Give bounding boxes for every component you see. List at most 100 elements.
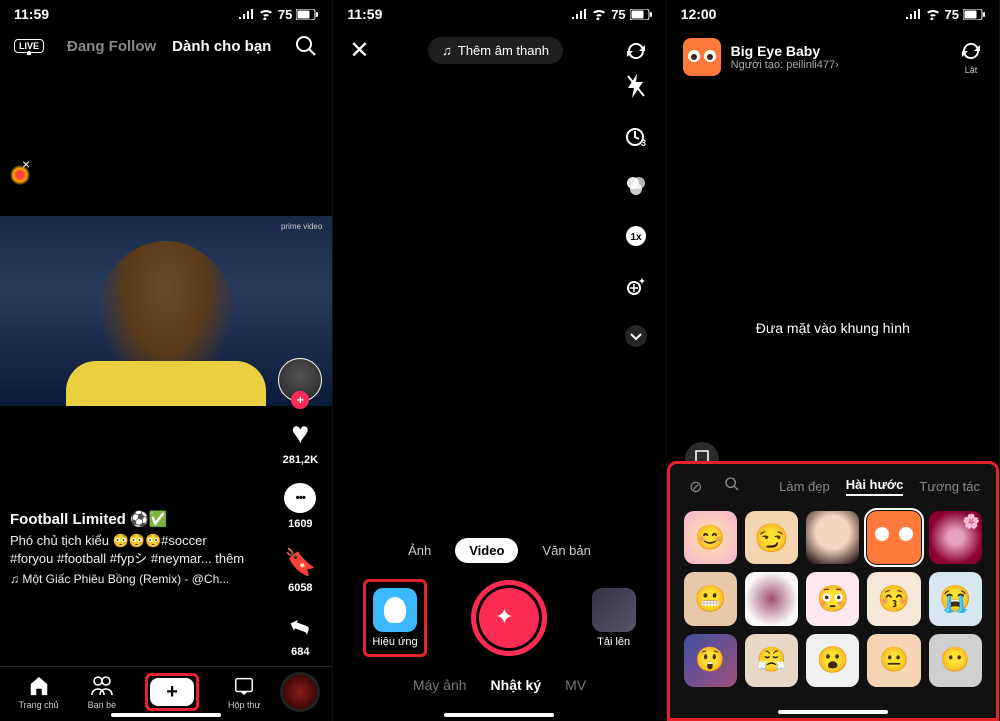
mode-text[interactable]: Văn bản [528,538,604,563]
feed-content[interactable]: × prime video + ♥ 281,2K 1609 🔖 6058 ➦ [0,68,332,666]
status-right: 75 [905,7,985,22]
grid-fade [670,698,996,718]
effect-tile[interactable] [806,634,859,687]
status-bar: 12:00 75 [667,0,999,24]
sparkle-icon: ✦ [495,604,523,632]
close-icon[interactable]: ✕ [349,36,369,65]
effects-tile-icon [373,588,417,632]
like-button[interactable]: ♥ 281,2K [282,416,318,466]
effect-tile[interactable] [867,634,920,687]
speed-icon[interactable]: 1x [622,222,650,250]
expand-tools-icon[interactable] [622,322,650,350]
effect-tile[interactable] [867,572,920,625]
signal-icon [905,9,921,19]
upload-button[interactable]: Tải lên [592,588,636,648]
tab-following[interactable]: Đang Follow [67,38,156,55]
effect-tile[interactable] [684,572,737,625]
subtab-diary[interactable]: Nhật ký [491,677,542,693]
home-indicator [111,713,221,717]
create-highlight: + [145,673,199,711]
video-desc-1[interactable]: Phó chủ tịch kiểu 😳😳😳#soccer [10,532,262,550]
screen-camera: 11:59 75 ✕ ♫ Thêm âm thanh 3 1x Ảnh Vide… [333,0,666,721]
effect-tile[interactable] [806,572,859,625]
effect-tile[interactable] [929,572,982,625]
status-bar: 11:59 75 [0,0,332,24]
effect-tile[interactable] [929,511,982,564]
camera-viewfinder [333,77,665,538]
video-title[interactable]: Football Limited ⚽✅ [10,510,262,528]
subtab-camera[interactable]: Máy ảnh [413,677,467,693]
panel-tab-beauty[interactable]: Làm đẹp [779,479,830,494]
search-effects-icon[interactable] [722,476,742,497]
effect-tile[interactable] [745,511,798,564]
home-indicator [778,710,888,714]
nav-home[interactable]: Trang chủ [18,674,58,710]
side-actions: + ♥ 281,2K 1609 🔖 6058 ➦ 684 [278,358,322,712]
effects-button[interactable]: Hiệu ứng [372,588,417,648]
beauty-icon[interactable] [622,272,650,300]
camera-header: ✕ ♫ Thêm âm thanh [333,24,665,77]
panel-tab-funny[interactable]: Hài hước [846,477,904,496]
effect-tile[interactable] [929,634,982,687]
filters-icon[interactable] [622,172,650,200]
search-icon[interactable] [294,34,318,58]
effect-tile[interactable] [745,572,798,625]
flip-icon [959,39,983,63]
status-right: 75 [238,7,318,22]
flip-camera-icon[interactable] [622,37,650,65]
video-desc-2[interactable]: #foryou #football #fypシ #neymar... thêm [10,550,262,568]
upload-tile-icon [592,588,636,632]
effect-tile[interactable] [806,511,859,564]
no-effect-icon[interactable]: ⊘ [686,477,706,497]
status-time: 11:59 [14,6,49,22]
effect-tile[interactable] [745,634,798,687]
svg-text:1x: 1x [630,232,642,243]
music-line[interactable]: ♫ Một Giấc Phiêu Bồng (Remix) - @Ch... [10,572,262,586]
timer-icon[interactable]: 3 [622,122,650,150]
bookmark-button[interactable]: 🔖 6058 [282,544,318,594]
mode-video[interactable]: Video [455,538,518,563]
nav-friends[interactable]: Bạn bè [88,674,117,710]
feed-tabs: Đang Follow Dành cho bạn [62,38,276,55]
status-time: 12:00 [681,6,717,22]
battery-icon [630,9,652,20]
mode-photo[interactable]: Ảnh [394,538,445,563]
friends-icon [90,674,114,698]
inbox-icon [232,674,256,698]
battery-pct: 75 [945,7,959,22]
tab-foryou[interactable]: Dành cho bạn [172,38,271,55]
subtab-mv[interactable]: MV [565,677,586,693]
screen-effects: 12:00 75 Big Eye Baby Người tạo: peilinl… [667,0,1000,721]
wifi-icon [925,8,941,20]
wifi-icon [591,8,607,20]
effects-highlight: Hiệu ứng [363,579,426,657]
effect-tile-selected[interactable] [867,511,920,564]
prime-badge: prime video [281,222,322,231]
flip-camera-button[interactable]: Lật [959,39,983,75]
comment-button[interactable]: 1609 [282,480,318,530]
confetti-close-icon[interactable]: × [22,156,30,172]
video-subject [96,241,236,401]
record-button[interactable]: ✦ [471,580,547,656]
effect-meta[interactable]: Big Eye Baby Người tạo: peilinli477› [731,43,949,71]
effect-thumbnail[interactable] [683,38,721,76]
battery-pct: 75 [278,7,292,22]
share-button[interactable]: ➦ 684 [282,608,318,658]
record-row: Hiệu ứng ✦ Tải lên [333,579,665,657]
live-icon[interactable]: LIVE [14,39,44,53]
panel-tab-interactive[interactable]: Tương tác [919,479,980,494]
signal-icon [238,9,254,19]
create-button[interactable]: + [150,678,194,706]
nav-inbox[interactable]: Hộp thư [228,674,261,710]
video-meta: Football Limited ⚽✅ Phó chủ tịch kiểu 😳😳… [10,510,262,586]
battery-icon [296,9,318,20]
add-sound-button[interactable]: ♫ Thêm âm thanh [428,37,563,64]
sound-disc[interactable] [280,672,320,712]
effect-tile[interactable] [684,511,737,564]
author-avatar[interactable]: + [278,358,322,402]
home-indicator [444,713,554,717]
flash-icon[interactable] [622,72,650,100]
effect-header: Big Eye Baby Người tạo: peilinli477› Lật [667,24,999,90]
effects-panel: ⊘ Làm đẹp Hài hước Tương tác [667,461,999,721]
effect-tile[interactable] [684,634,737,687]
